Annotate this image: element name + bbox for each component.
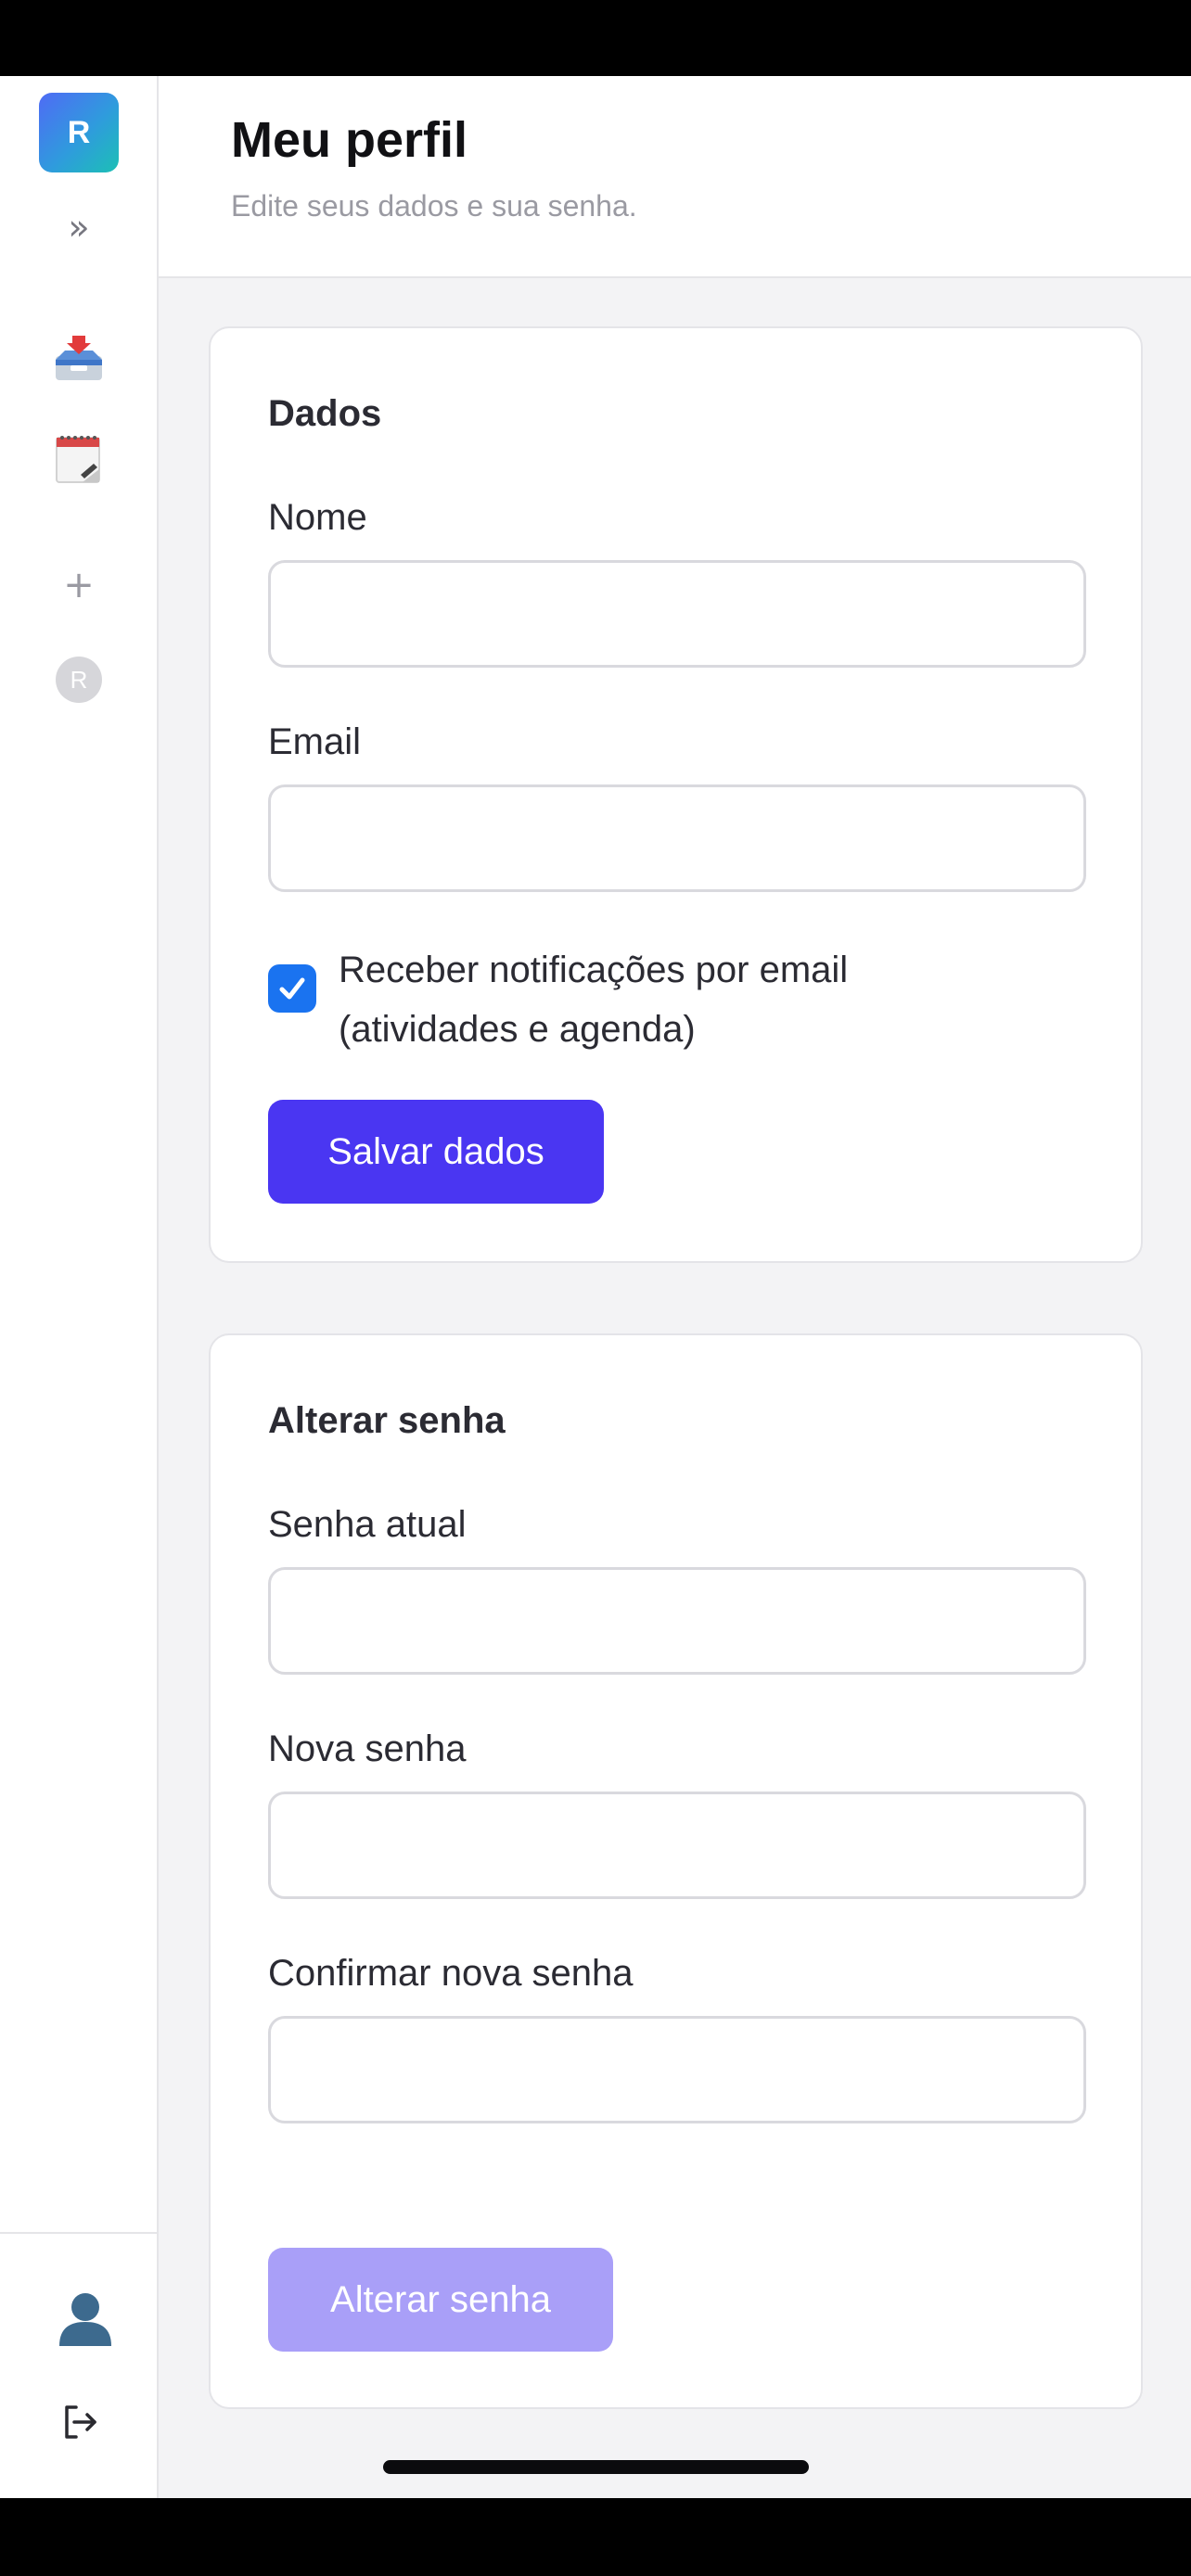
sidebar: R » + R: [0, 76, 159, 2498]
email-label: Email: [268, 721, 362, 762]
workspace-avatar[interactable]: R: [56, 657, 102, 703]
profile-screen: R » + R Meu perfil Edite seus dados e su…: [0, 76, 1191, 2498]
notifications-checkbox[interactable]: [268, 964, 316, 1013]
notifications-label-line1: Receber notificações por email: [339, 950, 849, 990]
new-password-input[interactable]: [268, 1792, 1086, 1899]
confirm-password-input[interactable]: [268, 2016, 1086, 2123]
page-title: Meu perfil: [231, 112, 468, 168]
profile-data-card: Dados Nome Email Receber notificações po…: [209, 326, 1143, 1263]
page-subtitle: Edite seus dados e sua senha.: [231, 189, 637, 223]
notifications-label[interactable]: Receber notificações por email (atividad…: [339, 940, 1044, 1059]
calendar-notepad-icon[interactable]: [50, 430, 108, 488]
current-password-label: Senha atual: [268, 1504, 467, 1545]
save-data-button[interactable]: Salvar dados: [268, 1100, 604, 1204]
logout-icon[interactable]: [59, 2402, 100, 2442]
confirm-password-label: Confirmar nova senha: [268, 1953, 634, 1994]
card-title: Dados: [268, 393, 382, 434]
email-input[interactable]: [268, 784, 1086, 892]
user-profile-icon[interactable]: [54, 2287, 117, 2350]
expand-sidebar-icon[interactable]: »: [56, 204, 102, 250]
current-password-input[interactable]: [268, 1567, 1086, 1675]
change-password-button[interactable]: Alterar senha: [268, 2248, 613, 2352]
inbox-tray-icon[interactable]: [50, 330, 108, 388]
name-input[interactable]: [268, 560, 1086, 668]
page-header: Meu perfil Edite seus dados e sua senha.: [159, 76, 1191, 278]
name-label: Nome: [268, 497, 367, 538]
sidebar-divider: [0, 2232, 157, 2234]
new-password-label: Nova senha: [268, 1728, 467, 1769]
checkmark-icon: [279, 977, 305, 1000]
add-icon[interactable]: +: [56, 562, 102, 608]
change-password-card: Alterar senha Senha atual Nova senha Con…: [209, 1333, 1143, 2409]
home-indicator: [383, 2460, 809, 2474]
card-title: Alterar senha: [268, 1400, 506, 1441]
notifications-label-line2: (atividades e agenda): [339, 1009, 696, 1050]
workspace-logo[interactable]: R: [39, 93, 119, 172]
